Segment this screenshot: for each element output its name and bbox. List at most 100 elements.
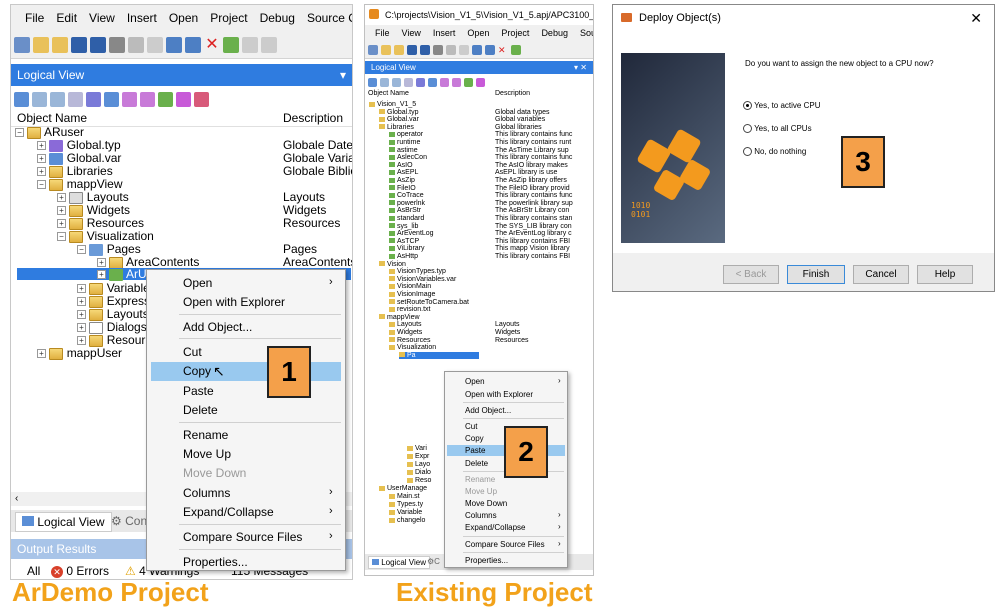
expand-icon[interactable]: + — [37, 141, 46, 151]
tree-item[interactable]: Layouts — [389, 321, 422, 328]
help-button[interactable]: Help — [917, 265, 973, 284]
toolbar-icon[interactable] — [380, 77, 389, 87]
tree-item[interactable]: standard — [389, 215, 424, 222]
menu-item-expand-collapse[interactable]: Expand/Collapse — [183, 505, 345, 519]
expand-icon[interactable]: + — [37, 154, 46, 164]
menu-item-columns[interactable]: Columns — [183, 486, 345, 500]
tree-item[interactable]: Layo — [407, 461, 430, 468]
menu-item-rename[interactable]: Rename — [183, 428, 345, 442]
expand-icon[interactable]: + — [77, 284, 86, 294]
menu-item-compare-source-files[interactable]: Compare Source Files — [183, 530, 345, 544]
toolbar-icon[interactable] — [68, 92, 83, 107]
save-icon[interactable] — [71, 36, 87, 53]
expand-icon[interactable]: + — [77, 336, 86, 346]
toolbar-icon[interactable] — [428, 77, 437, 87]
tree-item[interactable]: Variable — [389, 509, 422, 516]
pin-close-icon[interactable]: ▾ ✕ — [574, 63, 587, 72]
collapse-icon[interactable]: − — [77, 245, 86, 255]
tree-item[interactable]: Types.ty — [389, 501, 423, 508]
toolbar-icon[interactable] — [368, 44, 378, 55]
menu-insert[interactable]: Insert — [427, 25, 462, 41]
tree-item[interactable]: + Dialogs — [77, 320, 147, 334]
menu-item-open[interactable]: Open — [183, 276, 345, 290]
tree-item[interactable]: + Global.typ — [37, 138, 121, 152]
menu-item-cut[interactable]: Cut — [183, 345, 345, 359]
column-description[interactable]: Description — [495, 90, 530, 97]
menu-edit[interactable]: Edit — [50, 5, 83, 31]
toolbar-icon[interactable] — [140, 92, 155, 107]
menu-project[interactable]: Project — [495, 25, 535, 41]
tree-item[interactable]: + Layouts — [57, 190, 129, 204]
tree-item[interactable]: − Pages — [77, 242, 141, 256]
tree-item[interactable]: + Layouts — [77, 307, 149, 321]
delete-icon[interactable]: ✕ — [498, 45, 508, 55]
toolbar-icon[interactable] — [464, 77, 473, 87]
menu-open[interactable]: Open — [461, 25, 495, 41]
tree-item[interactable]: + Express — [77, 294, 150, 308]
menu-file[interactable]: File — [369, 25, 396, 41]
menu-view[interactable]: View — [83, 5, 121, 31]
tree-item[interactable]: VisionImage — [389, 291, 435, 298]
tree-item[interactable]: revision.txt — [389, 306, 430, 313]
collapse-icon[interactable]: − — [15, 128, 24, 138]
menu-item-move-up[interactable]: Move Up — [183, 447, 345, 461]
tree-item[interactable]: + mappUser — [37, 346, 122, 360]
menu-debug[interactable]: Debug — [535, 25, 574, 41]
open-folder-icon[interactable] — [394, 44, 404, 55]
menu-item-add-object[interactable]: Add Object... — [465, 406, 567, 415]
radio-do-nothing[interactable]: No, do nothing — [743, 147, 806, 157]
tree-item[interactable]: Vari — [407, 445, 427, 452]
tree-item[interactable]: Vision_V1_5 — [369, 101, 416, 108]
tree-item[interactable]: − mappView — [37, 177, 123, 191]
collapse-icon[interactable]: − — [37, 180, 46, 190]
open-folder-icon[interactable] — [52, 36, 68, 53]
toolbar-icon[interactable] — [261, 36, 277, 53]
toolbar-icon[interactable] — [158, 92, 173, 107]
tree-item[interactable]: operator — [389, 131, 423, 138]
tree-item[interactable]: Libraries — [379, 124, 414, 131]
tree-item[interactable]: Global.var — [379, 116, 419, 123]
toolbar-icon[interactable] — [176, 92, 191, 107]
tree-item[interactable]: AsEPL — [389, 169, 418, 176]
paste-icon[interactable] — [459, 44, 469, 55]
tree-item[interactable]: Dialo — [407, 469, 431, 476]
toolbar-icon[interactable] — [392, 77, 401, 87]
menu-view[interactable]: View — [396, 25, 427, 41]
menu-debug[interactable]: Debug — [254, 5, 301, 31]
menu-open[interactable]: Open — [163, 5, 204, 31]
toolbar-icon[interactable] — [476, 77, 485, 87]
expand-icon[interactable]: + — [77, 323, 86, 333]
menu-item-move-down[interactable]: Move Down — [465, 499, 567, 508]
tree-item[interactable]: Main.st — [389, 493, 420, 500]
tree-item[interactable]: UserManage — [379, 485, 427, 492]
tree-item[interactable]: FileIO — [389, 185, 416, 192]
tab-configuration[interactable]: ⚙C — [427, 557, 440, 566]
menu-item-compare-source-files[interactable]: Compare Source Files — [465, 540, 567, 549]
menu-item-properties[interactable]: Properties... — [465, 556, 567, 565]
toolbar-icon[interactable] — [122, 92, 137, 107]
tree-item[interactable]: + Widgets — [57, 203, 130, 217]
menu-item-copy[interactable]: Copy — [151, 362, 341, 381]
tree-item[interactable]: AslecCon — [389, 154, 427, 161]
cut-icon[interactable] — [109, 36, 125, 53]
toolbar-icon[interactable] — [404, 77, 413, 87]
tree-item[interactable]: astime — [389, 147, 418, 154]
tree-item[interactable]: AsHttp — [389, 253, 418, 260]
tree-item[interactable]: AsZip — [389, 177, 415, 184]
menu-item-expand-collapse[interactable]: Expand/Collapse — [465, 523, 567, 532]
toolbar-icon[interactable] — [440, 77, 449, 87]
menu-item-open[interactable]: Open — [465, 377, 567, 386]
expand-icon[interactable]: + — [77, 297, 86, 307]
menu-item-properties[interactable]: Properties... — [183, 555, 345, 569]
menu-project[interactable]: Project — [204, 5, 253, 31]
collapse-icon[interactable]: − — [57, 232, 66, 242]
save-all-icon[interactable] — [420, 44, 430, 55]
expand-icon[interactable]: + — [37, 167, 46, 177]
tree-item[interactable]: Expr — [407, 453, 429, 460]
menu-insert[interactable]: Insert — [121, 5, 163, 31]
toolbar-icon[interactable] — [416, 77, 425, 87]
redo-icon[interactable] — [485, 44, 495, 55]
tree-item[interactable]: Visualization — [389, 344, 436, 351]
refresh-icon[interactable] — [223, 36, 239, 53]
undo-icon[interactable] — [166, 36, 182, 53]
